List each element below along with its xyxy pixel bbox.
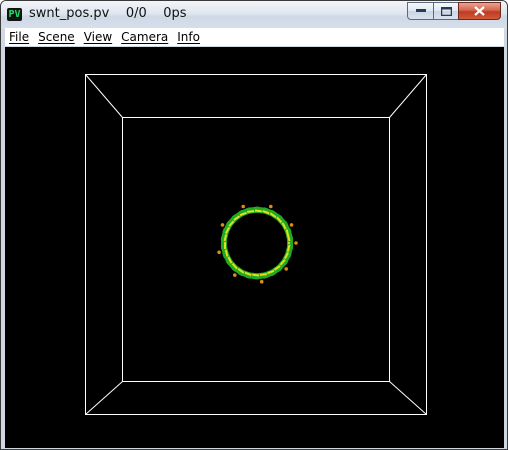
maximize-icon (440, 6, 452, 16)
box-edge-top-left (85, 74, 123, 118)
box-outer-face (85, 74, 427, 415)
nanotube-atom (259, 279, 264, 284)
3d-viewport[interactable] (5, 47, 504, 448)
viewport-scene (85, 74, 427, 415)
box-inner-face (122, 117, 390, 382)
nanotube-atom (241, 204, 245, 209)
nanotube-atom (289, 223, 294, 227)
nanotube-atom (269, 204, 273, 209)
bounding-box (85, 74, 427, 415)
nanotube-atom (217, 250, 221, 255)
nanotube-atom (294, 241, 298, 245)
menu-camera[interactable]: Camera (117, 29, 173, 45)
box-edge-top-right (389, 74, 427, 118)
close-button[interactable] (458, 2, 501, 20)
maximize-button[interactable] (433, 2, 458, 20)
minimize-icon (415, 9, 426, 12)
menu-scene[interactable]: Scene (34, 29, 80, 45)
nanotube-atom (220, 223, 225, 227)
title-bar[interactable]: PV swnt_pos.pv 0/0 0ps (1, 1, 507, 29)
menu-bar: File Scene View Camera Info (5, 28, 504, 46)
menu-file[interactable]: File (5, 29, 34, 45)
minimize-button[interactable] (407, 2, 433, 20)
close-icon (474, 6, 485, 16)
nanotube-atom (284, 267, 289, 271)
app-icon[interactable]: PV (7, 8, 22, 21)
caption-buttons (407, 2, 501, 20)
box-edge-bottom-left (85, 381, 123, 415)
window-title: swnt_pos.pv 0/0 0ps (29, 6, 187, 21)
app-window: PV swnt_pos.pv 0/0 0ps File Scene View C… (0, 0, 508, 450)
nanotube-atom (233, 273, 237, 277)
menu-info[interactable]: Info (173, 29, 205, 45)
menu-view[interactable]: View (80, 29, 117, 45)
box-edge-bottom-right (389, 381, 427, 415)
nanotube-ring (217, 204, 298, 284)
